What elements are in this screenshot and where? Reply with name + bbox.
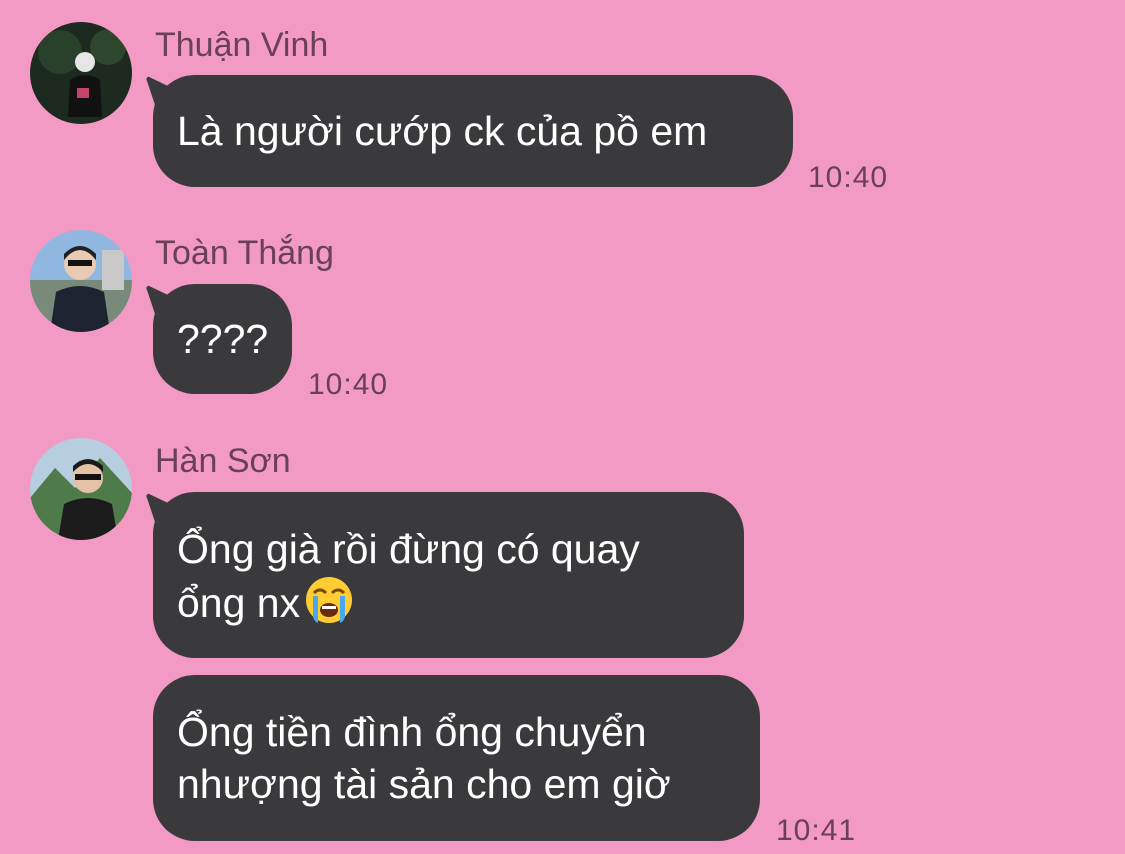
sender-name: Hàn Sơn — [155, 442, 291, 480]
message-timestamp: 10:41 — [776, 814, 857, 847]
message-bubble[interactable]: Ổng tiền đình ổng chuyển nhượng tài sản … — [153, 675, 760, 841]
avatar-han-son[interactable] — [30, 438, 132, 540]
message-text-line: Ổng tiền đình ổng chuyển — [177, 709, 647, 755]
message-text: Là người cướp ck của pồ em — [177, 108, 708, 154]
message-text-line: nhượng tài sản cho em giờ — [177, 761, 671, 807]
loudly-crying-face-icon — [304, 575, 354, 637]
message-bubble[interactable]: ???? — [153, 284, 292, 394]
sender-name: Toàn Thắng — [155, 234, 334, 272]
message-timestamp: 10:40 — [308, 368, 389, 401]
avatar-thuan-vinh[interactable] — [30, 22, 132, 124]
message-text-line: ổng nx — [177, 575, 720, 637]
message-bubble[interactable]: Là người cướp ck của pồ em — [153, 75, 793, 187]
message-timestamp: 10:40 — [808, 161, 889, 194]
message-text: ???? — [177, 316, 269, 362]
message-text-fragment: ổng nx — [177, 580, 301, 626]
message-bubble[interactable]: Ổng già rồi đừng có quay ổng nx — [153, 492, 744, 658]
avatar-toan-thang[interactable] — [30, 230, 132, 332]
message-text-line: Ổng già rồi đừng có quay — [177, 526, 640, 572]
sender-name: Thuận Vinh — [155, 26, 329, 64]
